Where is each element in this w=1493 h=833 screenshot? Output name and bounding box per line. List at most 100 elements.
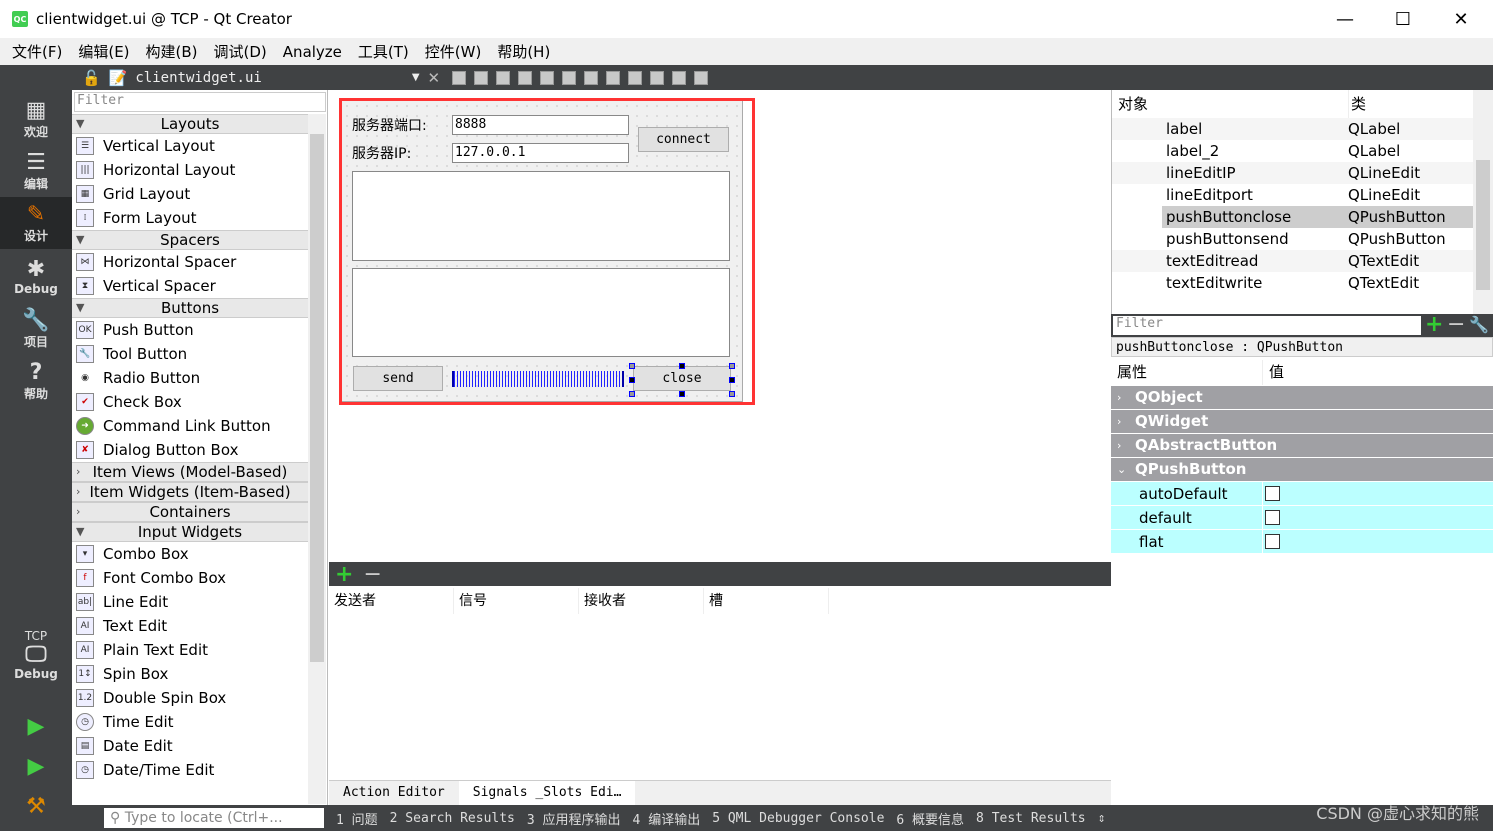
open-file-combo[interactable]: clientwidget.ui [135, 70, 261, 86]
col-slot[interactable]: 槽 [704, 588, 829, 614]
menu-tools[interactable]: 工具(T) [350, 41, 417, 62]
pane-application-output[interactable]: 3 应用程序输出 [527, 809, 621, 828]
splitter-horizontal-icon[interactable] [584, 70, 599, 85]
group-qabstractbutton[interactable]: › QAbstractButton [1111, 434, 1493, 458]
category-buttons[interactable]: ▼ Buttons [72, 298, 308, 318]
wrench-icon[interactable]: 🔧 [1469, 315, 1489, 334]
widget-command-link-button[interactable]: ➜ Command Link Button [72, 414, 308, 438]
widget-line-edit[interactable]: ab| Line Edit [72, 590, 308, 614]
resize-handle[interactable] [629, 391, 635, 397]
menu-file[interactable]: 文件(F) [4, 41, 70, 62]
pane-more-icon[interactable]: ⇕ [1098, 811, 1106, 826]
resize-handle[interactable] [729, 377, 735, 383]
widget-push-button[interactable]: OK Push Button [72, 318, 308, 342]
group-qwidget[interactable]: › QWidget [1111, 410, 1493, 434]
col-object[interactable]: 对象 [1112, 90, 1348, 118]
widget-horizontal-spacer[interactable]: ⋈ Horizontal Spacer [72, 250, 308, 274]
category-item-views[interactable]: › Item Views (Model-Based) [72, 462, 308, 482]
pane-search-results[interactable]: 2 Search Results [390, 811, 515, 826]
pane-issues[interactable]: 1 问题 [336, 809, 378, 828]
group-qobject[interactable]: › QObject [1111, 386, 1493, 410]
tree-row[interactable]: textEditwrite QTextEdit [1112, 272, 1493, 294]
mode-projects[interactable]: 🔧 项目 [0, 303, 72, 355]
break-layout-icon[interactable] [672, 70, 687, 85]
kit-selector[interactable]: TCP 🖵 Debug [0, 615, 72, 695]
splitter-vertical-icon[interactable] [606, 70, 621, 85]
remove-property-icon[interactable]: − [1447, 312, 1465, 337]
layout-horizontal-icon[interactable] [540, 70, 555, 85]
tree-row[interactable]: textEditread QTextEdit [1112, 250, 1493, 272]
pane-compile-output[interactable]: 4 编译输出 [633, 809, 701, 828]
close-window-button[interactable]: ✕ [1432, 0, 1490, 38]
tree-row[interactable]: lineEditport QLineEdit [1112, 184, 1493, 206]
send-button[interactable]: send [353, 366, 443, 391]
menu-edit[interactable]: 编辑(E) [70, 41, 137, 62]
group-qpushbutton[interactable]: ⌄ QPushButton [1111, 458, 1493, 482]
widget-double-spin-box[interactable]: 1.2 Double Spin Box [72, 686, 308, 710]
pane-general-messages[interactable]: 6 概要信息 [896, 809, 964, 828]
widget-font-combo-box[interactable]: f Font Combo Box [72, 566, 308, 590]
form-clientwidget[interactable]: 服务器端口: 服务器IP: 8888 127.0.0.1 connect sen… [339, 98, 755, 405]
resize-handle[interactable] [679, 391, 685, 397]
locator-input[interactable]: ⚲ Type to locate (Ctrl+... [104, 808, 324, 828]
widget-text-edit[interactable]: AI Text Edit [72, 614, 308, 638]
tree-row[interactable]: lineEditIP QLineEdit [1112, 162, 1493, 184]
remove-connection-icon[interactable]: − [363, 562, 381, 587]
horizontal-spacer[interactable] [452, 371, 624, 387]
menu-build[interactable]: 构建(B) [138, 41, 206, 62]
category-containers[interactable]: › Containers [72, 502, 308, 522]
menu-widgets[interactable]: 控件(W) [417, 41, 490, 62]
widget-filter-input[interactable]: Filter [74, 92, 326, 112]
scrollbar-thumb[interactable] [310, 134, 324, 662]
widget-combo-box[interactable]: ▾ Combo Box [72, 542, 308, 566]
category-layouts[interactable]: ▼ Layouts [72, 114, 308, 134]
widget-datetime-edit[interactable]: ◷ Date/Time Edit [72, 758, 308, 782]
col-value[interactable]: 值 [1263, 360, 1284, 385]
lineEditIP[interactable]: 127.0.0.1 [452, 143, 629, 163]
chevron-down-icon[interactable]: ▼ [412, 72, 420, 83]
close-document-icon[interactable]: ✕ [428, 69, 441, 87]
edit-widgets-icon[interactable] [452, 70, 467, 85]
mode-help[interactable]: ? 帮助 [0, 355, 72, 407]
edit-tab-order-icon[interactable] [518, 70, 533, 85]
widget-time-edit[interactable]: ◷ Time Edit [72, 710, 308, 734]
category-input-widgets[interactable]: ▼ Input Widgets [72, 522, 308, 542]
widget-radio-button[interactable]: ◉ Radio Button [72, 366, 308, 390]
col-receiver[interactable]: 接收者 [579, 588, 704, 614]
mode-design[interactable]: ✎ 设计 [0, 197, 72, 249]
menu-analyze[interactable]: Analyze [275, 43, 350, 61]
tab-signals-slots-editor[interactable]: Signals _Slots Edi… [458, 781, 636, 805]
widget-vertical-layout[interactable]: ☰ Vertical Layout [72, 134, 308, 158]
edit-buddies-icon[interactable] [496, 70, 511, 85]
widget-box-scrollbar[interactable] [308, 114, 326, 804]
category-spacers[interactable]: ▼ Spacers [72, 230, 308, 250]
menu-debug[interactable]: 调试(D) [206, 41, 275, 62]
layout-form-icon[interactable] [628, 70, 643, 85]
textEditread[interactable] [352, 171, 730, 261]
lineEditport[interactable]: 8888 [452, 115, 629, 135]
widget-spin-box[interactable]: 1↕ Spin Box [72, 662, 308, 686]
col-class[interactable]: 类 [1348, 90, 1493, 118]
widget-date-edit[interactable]: ▤ Date Edit [72, 734, 308, 758]
widget-dialog-button-box[interactable]: ✘ Dialog Button Box [72, 438, 308, 462]
add-property-icon[interactable]: + [1425, 312, 1443, 337]
widget-plain-text-edit[interactable]: AI Plain Text Edit [72, 638, 308, 662]
widget-vertical-spacer[interactable]: ⧗ Vertical Spacer [72, 274, 308, 298]
widget-tool-button[interactable]: 🔧 Tool Button [72, 342, 308, 366]
widget-grid-layout[interactable]: ▦ Grid Layout [72, 182, 308, 206]
tree-row-selected[interactable]: pushButtonclose QPushButton [1112, 206, 1493, 228]
resize-handle[interactable] [629, 363, 635, 369]
layout-grid-icon[interactable] [650, 70, 665, 85]
edit-signals-icon[interactable] [474, 70, 489, 85]
default-checkbox[interactable] [1265, 510, 1280, 525]
label-port[interactable]: 服务器端口: [352, 115, 427, 135]
resize-handle[interactable] [729, 391, 735, 397]
widget-horizontal-layout[interactable]: ||| Horizontal Layout [72, 158, 308, 182]
category-item-widgets[interactable]: › Item Widgets (Item-Based) [72, 482, 308, 502]
mode-edit[interactable]: ☰ 编辑 [0, 145, 72, 197]
resize-handle[interactable] [679, 363, 685, 369]
widget-check-box[interactable]: ✔ Check Box [72, 390, 308, 414]
pane-qml-debugger-console[interactable]: 5 QML Debugger Console [712, 811, 884, 826]
col-signal[interactable]: 信号 [454, 588, 579, 614]
tab-action-editor[interactable]: Action Editor [329, 781, 459, 805]
